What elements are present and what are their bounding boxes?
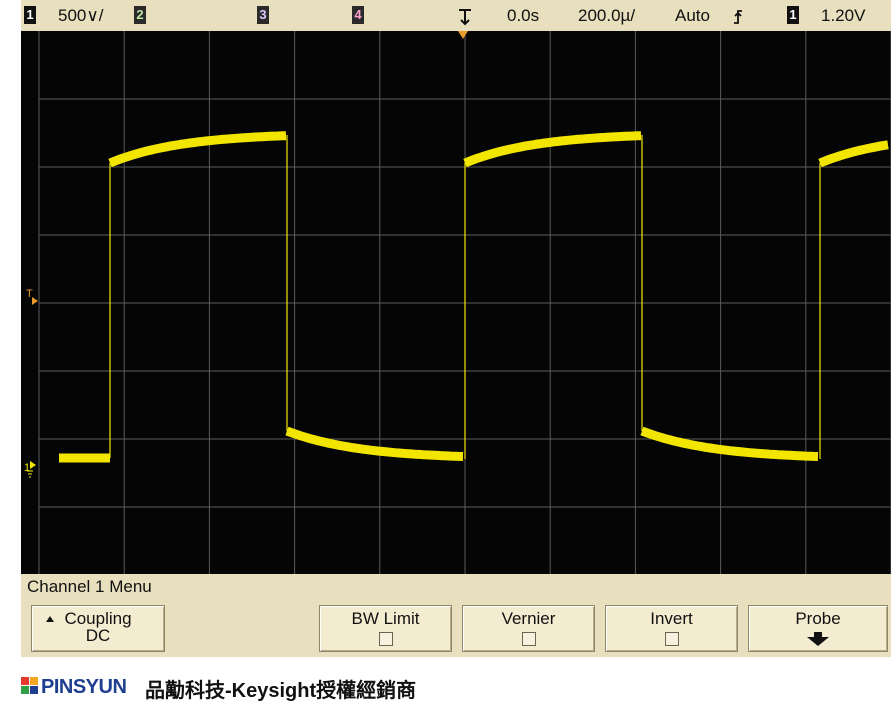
footer-text: 品勱科技-Keysight授權經銷商 <box>145 680 417 702</box>
trigger-source-indicator: 1 <box>787 6 799 24</box>
probe-label: Probe <box>795 609 841 628</box>
company-logo: PINSYUN <box>21 674 131 700</box>
coupling-softkey[interactable]: Coupling DC <box>31 605 165 652</box>
trigger-position-icon <box>459 9 471 26</box>
time-scale: 200.0µ/ <box>578 6 636 25</box>
time-delay: 0.0s <box>507 6 540 25</box>
bw-limit-softkey[interactable]: BW Limit <box>319 605 452 652</box>
channel-1-indicator[interactable]: 1 <box>24 6 36 24</box>
vernier-label: Vernier <box>501 609 556 628</box>
menu-title: Channel 1 Menu <box>27 577 152 596</box>
trigger-mode: Auto <box>675 6 710 25</box>
invert-softkey[interactable]: Invert <box>605 605 738 652</box>
svg-text:1: 1 <box>24 462 30 474</box>
channel-3-indicator[interactable]: 3 <box>257 6 269 24</box>
arrow-down-icon <box>807 632 829 646</box>
channel-1-scale: 500∨/ <box>58 6 104 25</box>
vernier-checkbox[interactable] <box>521 632 536 646</box>
channel-4-indicator[interactable]: 4 <box>352 6 364 24</box>
status-bar: 1 500∨/ 2 3 4 0.0s 200.0µ/ Auto 1 1.20V <box>21 0 891 32</box>
bw-limit-checkbox[interactable] <box>378 632 393 646</box>
probe-softkey[interactable]: Probe <box>748 605 888 652</box>
channel-2-indicator[interactable]: 2 <box>134 6 146 24</box>
trigger-position-marker <box>458 31 468 39</box>
bw-limit-label: BW Limit <box>351 609 420 628</box>
scope-display: T 1 <box>21 31 891 574</box>
rising-edge-icon <box>734 10 742 24</box>
trigger-level-marker: T <box>26 288 38 305</box>
vernier-softkey[interactable]: Vernier <box>462 605 595 652</box>
channel-menu: Channel 1 Menu Coupling DC BW Limit Vern… <box>21 574 891 657</box>
channel-1-trace <box>59 131 889 463</box>
waveform-area: T 1 <box>24 31 891 574</box>
invert-label: Invert <box>650 609 693 628</box>
svg-text:T: T <box>26 288 33 300</box>
channel-1-ground-marker: 1 <box>24 461 36 478</box>
invert-checkbox[interactable] <box>664 632 679 646</box>
trigger-level: 1.20V <box>821 6 866 25</box>
coupling-value: DC <box>85 626 111 645</box>
